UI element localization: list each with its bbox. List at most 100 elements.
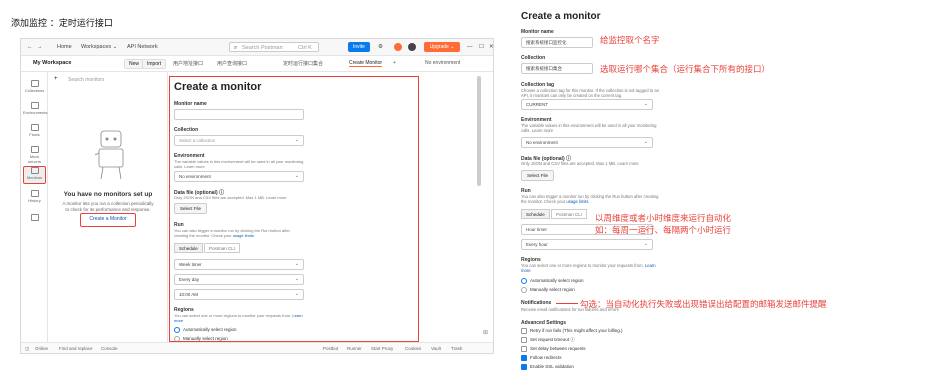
mock-servers-icon (30, 146, 39, 153)
settings-icon[interactable]: ⚙ (378, 44, 383, 50)
add-icon[interactable]: + (54, 76, 58, 82)
empty-monitor-illustration (94, 130, 124, 180)
r-tab-schedule[interactable]: Schedule (521, 209, 550, 219)
upgrade-button[interactable]: Upgrade ⌄ (424, 42, 460, 52)
invite-button[interactable]: Invite (348, 42, 370, 52)
r-collection-label: Collection (521, 55, 546, 61)
import-button[interactable]: Import (142, 59, 167, 69)
r-collection-tag-select[interactable]: CURRENT ⌄ (521, 99, 653, 110)
history-icon (30, 190, 39, 197)
r-ssl-checkbox[interactable]: Enable SSL validation (521, 364, 574, 370)
console-button[interactable]: Console (101, 346, 118, 351)
r-retry-checkbox[interactable]: Retry if run fails (This might affect yo… (521, 328, 622, 334)
r-auto-region-radio[interactable]: Automatically select region (521, 278, 584, 284)
create-monitor-button[interactable]: Create a Monitor (80, 213, 136, 227)
maximize-icon[interactable]: ☐ (479, 44, 484, 50)
nav-api-network[interactable]: API Network (127, 44, 158, 50)
help-icon[interactable]: ⊞ (483, 329, 488, 336)
select-file-button[interactable]: Select File (174, 203, 208, 214)
collection-select[interactable]: Select a collection ⌄ (174, 135, 304, 146)
new-button[interactable]: New (124, 59, 145, 69)
search-shortcut: Ctrl K (298, 44, 312, 51)
radio-selected-icon (521, 278, 527, 284)
annotation-name: 给监控取个名字 (600, 36, 660, 46)
radio-selected-icon (174, 327, 180, 333)
new-tab-icon[interactable]: + (393, 60, 396, 66)
r-usage-limits-link[interactable]: usage limits (566, 199, 588, 204)
top-bar: ← → Home Workspaces ⌄ API Network ⌕ Sear… (21, 39, 493, 56)
r-environment-select[interactable]: No environment ⌄ (521, 137, 653, 148)
tab-2[interactable]: 用户查询接口 (217, 60, 247, 67)
datafile-help: Only JSON and CSV files are accepted. Ma… (174, 195, 287, 200)
search-box[interactable]: ⌕ Search Postman Ctrl K (229, 42, 319, 52)
vault-button[interactable]: Vault (431, 346, 441, 351)
right-title: Create a monitor (521, 11, 601, 22)
collection-label: Collection (174, 127, 199, 133)
r-timeout-checkbox[interactable]: Set request timeout ⓘ (521, 337, 575, 343)
environment-select[interactable]: No environment ⌄ (174, 171, 304, 182)
close-icon[interactable]: ✕ (489, 44, 493, 50)
tab-create-monitor[interactable]: Create Monitor (349, 60, 383, 67)
find-replace-button[interactable]: Find and replace (59, 346, 93, 351)
empty-description: A monitor lets you run a collection peri… (62, 201, 154, 212)
sidebar-item-flows[interactable]: Flows (23, 124, 46, 137)
environment-help: The variable values in this environment … (174, 159, 304, 169)
notification-icon[interactable] (394, 43, 402, 51)
sidebar-item-monitors[interactable]: Monitors (23, 166, 46, 184)
r-every-select[interactable]: Every hour ⌄ (521, 239, 653, 250)
usage-limits-link[interactable]: usage limits (233, 233, 254, 238)
r-datafile-help: Only JSON and CSV files are accepted. Ma… (521, 161, 639, 166)
r-collection-select[interactable]: 搜索系统接口集合 (521, 63, 593, 74)
nav-home[interactable]: Home (57, 44, 72, 50)
empty-title: You have no monitors set up (63, 191, 153, 198)
timer-select[interactable]: Week timer ⌄ (174, 259, 304, 270)
status-online[interactable]: Online (35, 346, 48, 351)
sidebar: Collections Environments Flows Mock serv… (21, 72, 48, 342)
sidebar-item-configure[interactable] (23, 214, 46, 222)
layout-icon[interactable]: ◫ (25, 346, 29, 352)
r-notifications-help: Receive email notifications for run fail… (521, 307, 619, 312)
workspace-bar: My Workspace New Import 用户地址接口 用户查询接口 定时… (21, 56, 493, 72)
monitor-name-input[interactable] (174, 109, 304, 120)
r-run-help: You can also trigger a monitor run by cl… (521, 194, 659, 204)
postbot-button[interactable]: Postbot (323, 346, 338, 351)
r-regions-help: You can select one or more regions to mo… (521, 263, 656, 273)
status-bar: ◫ Online Find and replace Console Postbo… (21, 342, 493, 353)
start-proxy-button[interactable]: Start Proxy (371, 346, 393, 351)
sidebar-item-history[interactable]: History (23, 190, 46, 203)
tab-schedule[interactable]: Schedule (174, 243, 203, 253)
r-follow-redirects-checkbox[interactable]: Follow redirects (521, 355, 562, 361)
chevron-down-icon: ⌄ (643, 139, 648, 145)
scrollbar[interactable] (477, 76, 481, 186)
sidebar-item-environments[interactable]: Environments (23, 102, 47, 115)
checkbox-icon (521, 337, 527, 343)
tab-1[interactable]: 用户地址接口 (173, 60, 203, 67)
nav-workspaces[interactable]: Workspaces ⌄ (81, 44, 117, 50)
chevron-down-icon: ⌄ (294, 276, 299, 282)
tab-postman-cli[interactable]: Postman CLI (204, 243, 241, 253)
r-monitor-name-input[interactable]: 搜索系统接口监控化 (521, 37, 593, 48)
time-select[interactable]: 10:00 AM ⌄ (174, 289, 304, 300)
auto-region-radio[interactable]: Automatically select region (174, 327, 237, 333)
minimize-icon[interactable]: — (467, 44, 473, 50)
search-icon: ⌕ (234, 44, 238, 51)
r-manual-region-radio[interactable]: Manually select region (521, 287, 575, 293)
configure-icon (30, 214, 39, 221)
sidebar-item-collections[interactable]: Collections (23, 80, 46, 93)
run-help: You can also trigger a monitor run by cl… (174, 228, 290, 238)
every-select[interactable]: Every day ⌄ (174, 274, 304, 285)
r-tab-postman-cli[interactable]: Postman CLI (551, 209, 588, 219)
runner-button[interactable]: Runner (347, 346, 362, 351)
tab-3[interactable]: 定时运行接口集合 (283, 60, 323, 67)
search-monitors-input[interactable]: Search monitors (68, 77, 104, 83)
sidebar-item-mock-servers[interactable]: Mock servers (23, 146, 46, 164)
avatar[interactable] (408, 43, 416, 51)
r-delay-checkbox[interactable]: Set delay between requests (521, 346, 586, 352)
forward-icon[interactable]: → (37, 44, 43, 50)
back-icon[interactable]: ← (27, 44, 33, 50)
environment-select[interactable]: No environment (425, 60, 460, 66)
cookies-button[interactable]: Cookies (405, 346, 421, 351)
r-select-file-button[interactable]: Select File (521, 170, 555, 181)
trash-button[interactable]: Trash (451, 346, 462, 351)
r-monitor-name-label: Monitor name (521, 29, 554, 35)
